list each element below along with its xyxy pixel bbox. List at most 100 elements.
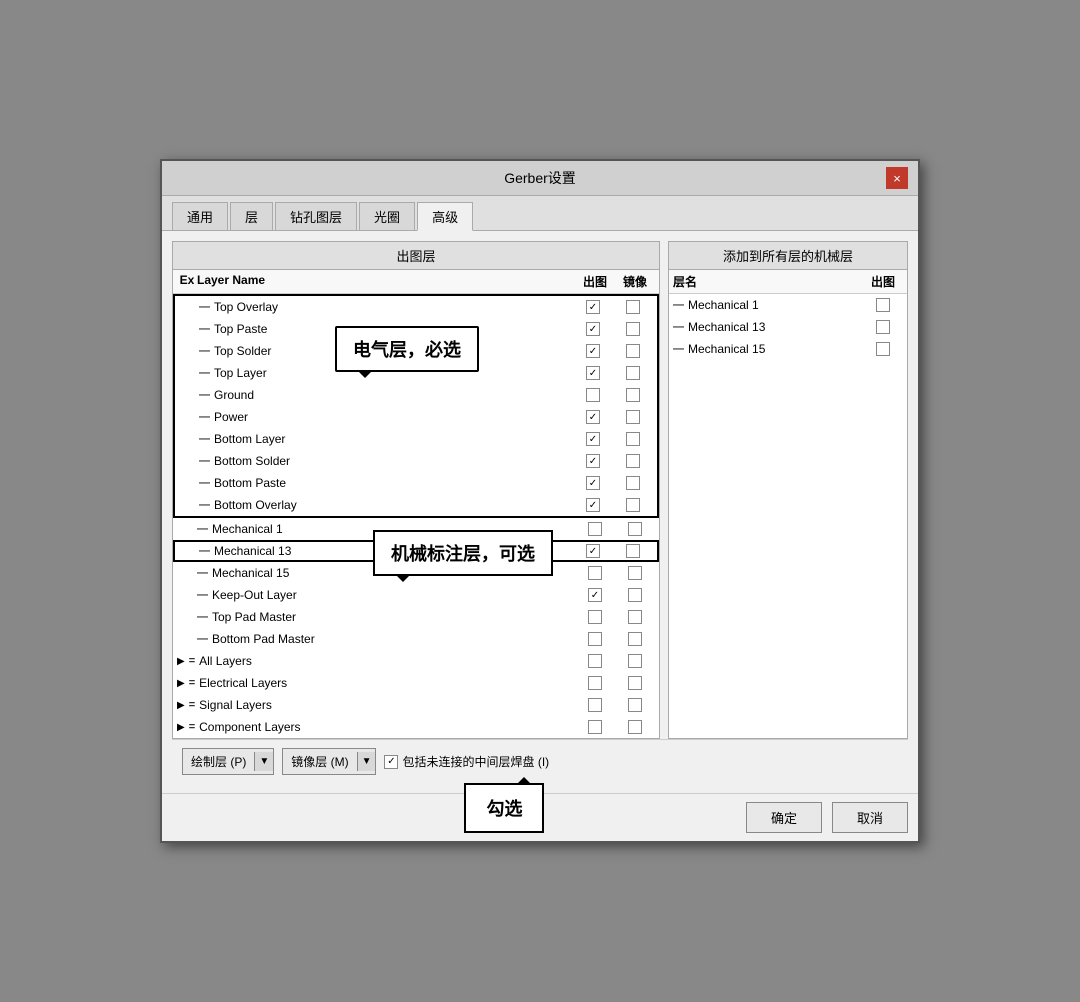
plot-checkbox[interactable] bbox=[586, 432, 600, 446]
mirror-checkbox[interactable] bbox=[626, 432, 640, 446]
mirror-checkbox[interactable] bbox=[628, 676, 642, 690]
plot-checkbox[interactable] bbox=[586, 388, 600, 402]
cancel-button[interactable]: 取消 bbox=[832, 802, 908, 833]
col-mirror: 镜像 bbox=[615, 273, 655, 290]
expand-icon[interactable]: ▶ bbox=[177, 700, 185, 711]
mirror-checkbox[interactable] bbox=[626, 300, 640, 314]
mirror-checkbox[interactable] bbox=[626, 322, 640, 336]
list-item: —Bottom Pad Master bbox=[173, 628, 659, 650]
right-col-headers: 层名 出图 bbox=[669, 270, 907, 294]
mirror-layers-dropdown[interactable]: 镜像层 (M) ▼ bbox=[282, 748, 376, 775]
right-plot-checkbox[interactable] bbox=[876, 342, 890, 356]
mirror-checkbox[interactable] bbox=[626, 388, 640, 402]
list-item: —Bottom Paste bbox=[175, 472, 657, 494]
right-col-name: 层名 bbox=[673, 273, 863, 290]
plot-checkbox[interactable] bbox=[588, 588, 602, 602]
expand-icon[interactable]: ▶ bbox=[177, 656, 185, 667]
plot-layers-dropdown[interactable]: 绘制层 (P) ▼ bbox=[182, 748, 274, 775]
dropdown-arrow-icon[interactable]: ▼ bbox=[357, 752, 376, 771]
include-checkbox[interactable]: ✓ bbox=[384, 755, 398, 769]
mirror-checkbox[interactable] bbox=[626, 410, 640, 424]
list-item: —Top Overlay bbox=[175, 296, 657, 318]
left-panel-header: 出图层 bbox=[173, 242, 659, 270]
mirror-checkbox[interactable] bbox=[628, 566, 642, 580]
plot-checkbox[interactable] bbox=[588, 698, 602, 712]
plot-checkbox[interactable] bbox=[586, 366, 600, 380]
col-plot: 出图 bbox=[575, 273, 615, 290]
mirror-checkbox[interactable] bbox=[628, 720, 642, 734]
plot-checkbox[interactable] bbox=[586, 344, 600, 358]
plot-checkbox[interactable] bbox=[588, 632, 602, 646]
mirror-checkbox[interactable] bbox=[626, 498, 640, 512]
plot-checkbox[interactable] bbox=[588, 610, 602, 624]
ok-button[interactable]: 确定 bbox=[746, 802, 822, 833]
list-item: ▶ =Electrical Layers bbox=[173, 672, 659, 694]
mirror-checkbox[interactable] bbox=[628, 588, 642, 602]
mirror-checkbox[interactable] bbox=[628, 610, 642, 624]
plot-checkbox[interactable] bbox=[588, 720, 602, 734]
right-panel-header: 添加到所有层的机械层 bbox=[669, 242, 907, 270]
expand-icon[interactable]: ▶ bbox=[177, 678, 185, 689]
right-panel: 添加到所有层的机械层 层名 出图 —Mechanical 1 —Mechanic… bbox=[668, 241, 908, 739]
expand-icon[interactable]: ▶ bbox=[177, 722, 185, 733]
plot-checkbox[interactable] bbox=[586, 410, 600, 424]
gerber-dialog: Gerber设置 × 通用 层 钻孔图层 光圈 高级 出图层 Ex Layer … bbox=[160, 159, 920, 843]
layer-list: 电气层，必选 —Top Overlay —Top Paste bbox=[173, 294, 659, 738]
list-item: —Mechanical 13 bbox=[669, 316, 907, 338]
plot-checkbox[interactable] bbox=[586, 476, 600, 490]
tab-drill[interactable]: 钻孔图层 bbox=[275, 202, 357, 230]
close-button[interactable]: × bbox=[886, 167, 908, 189]
col-layer-name: Layer Name bbox=[197, 273, 575, 290]
mirror-checkbox[interactable] bbox=[628, 522, 642, 536]
include-label: 包括未连接的中间层焊盘 (I) bbox=[402, 753, 549, 770]
list-item: —Top Pad Master bbox=[173, 606, 659, 628]
panels-container: 出图层 Ex Layer Name 出图 镜像 电气层，必选 bbox=[172, 241, 908, 739]
mirror-checkbox[interactable] bbox=[626, 544, 640, 558]
plot-checkbox[interactable] bbox=[586, 322, 600, 336]
mirror-checkbox[interactable] bbox=[628, 698, 642, 712]
col-ex: Ex bbox=[177, 273, 197, 290]
tab-bar: 通用 层 钻孔图层 光圈 高级 bbox=[162, 196, 918, 231]
plot-checkbox[interactable] bbox=[588, 566, 602, 580]
mirror-checkbox[interactable] bbox=[626, 476, 640, 490]
plot-checkbox[interactable] bbox=[586, 498, 600, 512]
list-item: —Keep-Out Layer bbox=[173, 584, 659, 606]
list-item: —Ground bbox=[175, 384, 657, 406]
right-plot-checkbox[interactable] bbox=[876, 298, 890, 312]
list-item: —Bottom Layer bbox=[175, 428, 657, 450]
list-item: —Bottom Solder bbox=[175, 450, 657, 472]
right-layer-list: —Mechanical 1 —Mechanical 13 —Mechanical… bbox=[669, 294, 907, 360]
mirror-checkbox[interactable] bbox=[626, 366, 640, 380]
mirror-checkbox[interactable] bbox=[626, 454, 640, 468]
list-item: —Bottom Overlay bbox=[175, 494, 657, 516]
mech-tooltip: 机械标注层，可选 bbox=[373, 530, 553, 576]
plot-checkbox[interactable] bbox=[588, 522, 602, 536]
main-content: 出图层 Ex Layer Name 出图 镜像 电气层，必选 bbox=[162, 231, 918, 793]
left-panel: 出图层 Ex Layer Name 出图 镜像 电气层，必选 bbox=[172, 241, 660, 739]
tab-aperture[interactable]: 光圈 bbox=[359, 202, 415, 230]
list-item: ▶ =All Layers bbox=[173, 650, 659, 672]
tab-layers[interactable]: 层 bbox=[230, 202, 273, 230]
right-plot-checkbox[interactable] bbox=[876, 320, 890, 334]
elec-tooltip: 电气层，必选 bbox=[335, 326, 479, 372]
plot-checkbox[interactable] bbox=[588, 654, 602, 668]
plot-checkbox[interactable] bbox=[586, 300, 600, 314]
mirror-checkbox[interactable] bbox=[628, 632, 642, 646]
gou-tooltip: 勾选 bbox=[464, 783, 544, 833]
list-item: —Mechanical 15 bbox=[669, 338, 907, 360]
list-item: —Power bbox=[175, 406, 657, 428]
tab-general[interactable]: 通用 bbox=[172, 202, 228, 230]
tab-advanced[interactable]: 高级 bbox=[417, 202, 473, 231]
list-item: —Mechanical 1 bbox=[669, 294, 907, 316]
title-bar: Gerber设置 × bbox=[162, 161, 918, 196]
include-checkbox-row: ✓ 包括未连接的中间层焊盘 (I) bbox=[384, 753, 549, 770]
plot-checkbox[interactable] bbox=[588, 676, 602, 690]
bottom-bar: 绘制层 (P) ▼ 镜像层 (M) ▼ ✓ 包括未连接的中间层焊盘 (I) 勾选 bbox=[172, 739, 908, 783]
dropdown-arrow-icon[interactable]: ▼ bbox=[254, 752, 273, 771]
plot-checkbox[interactable] bbox=[586, 544, 600, 558]
mirror-checkbox[interactable] bbox=[628, 654, 642, 668]
dialog-title: Gerber设置 bbox=[194, 168, 886, 188]
left-col-headers: Ex Layer Name 出图 镜像 bbox=[173, 270, 659, 294]
plot-checkbox[interactable] bbox=[586, 454, 600, 468]
mirror-checkbox[interactable] bbox=[626, 344, 640, 358]
